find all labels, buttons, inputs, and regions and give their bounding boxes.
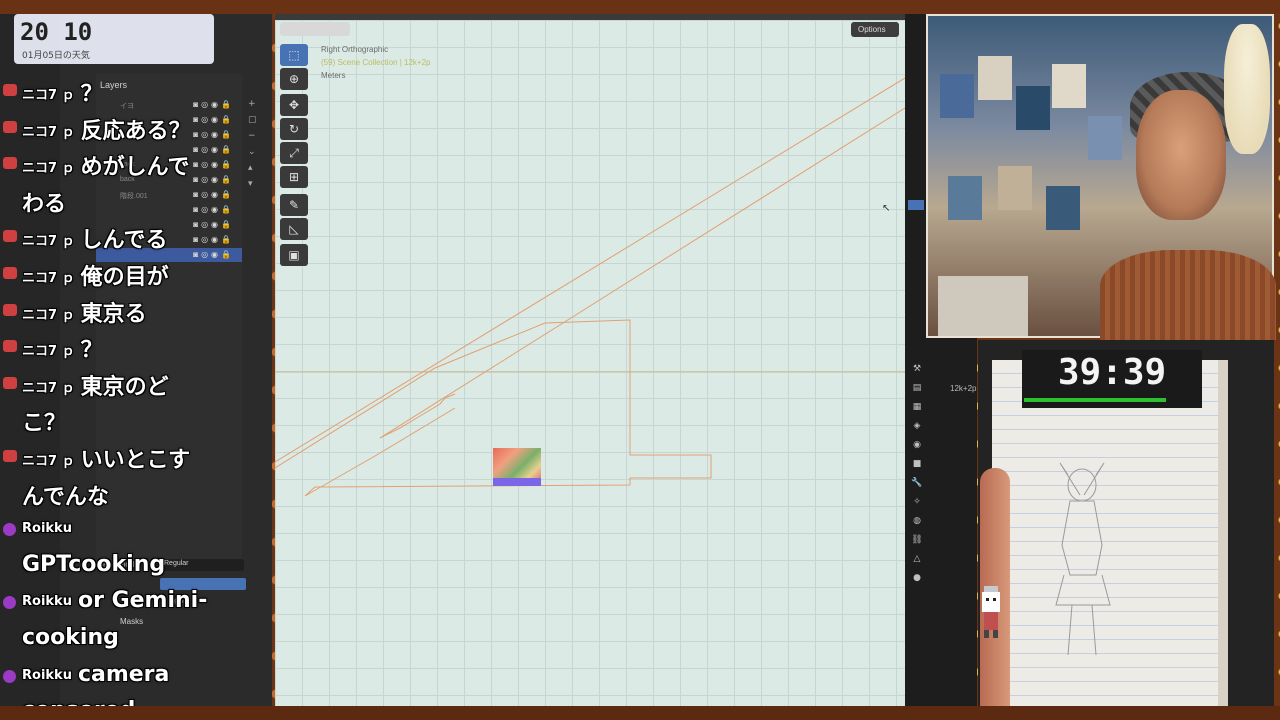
chat-user-badge <box>3 303 17 316</box>
chat-user-badge <box>3 523 16 537</box>
modifier-icon[interactable]: 🔧 <box>910 474 924 493</box>
chat-text: しんでる <box>80 228 168 254</box>
chat-username: ニコ7 ｐ <box>22 124 75 140</box>
chat-text: いいとこす <box>80 448 191 473</box>
poster <box>1046 186 1080 230</box>
chat-text: GPTcooking <box>22 551 166 577</box>
chat-user-badge <box>3 84 17 96</box>
chat-text: 東京のど <box>80 374 169 400</box>
chat-text: 俺の目が <box>80 265 169 290</box>
pencil-sketch <box>1055 462 1111 656</box>
chat-text: 反応ある？ <box>80 118 191 144</box>
chat-text: or Gemini- <box>77 588 208 614</box>
chat-text: んでんな <box>22 484 109 510</box>
poster <box>1088 116 1122 160</box>
clock-date: 01月05日の天気 <box>22 51 90 61</box>
streamer-sweater <box>1100 250 1276 340</box>
poster <box>948 176 982 220</box>
chat-message: ニコ7 ｐ いいとこす <box>22 442 190 474</box>
scene-icon[interactable]: ◈ <box>910 417 924 436</box>
chat-message: ニコ7 ｐ ？ <box>22 76 103 108</box>
chat-text: ？ <box>80 338 103 364</box>
shelf <box>938 276 1028 336</box>
chat-text: ？ <box>80 82 103 107</box>
material-icon[interactable]: ● <box>910 569 924 588</box>
chat-username: ニコ7 ｐ <box>22 344 75 360</box>
chat-text: こ？ <box>22 411 67 437</box>
streamer-face <box>1136 90 1226 220</box>
chat-message: わる <box>22 186 66 218</box>
chat-text: cooking <box>22 625 119 650</box>
poster <box>998 166 1032 210</box>
poster <box>978 56 1012 100</box>
chat-user-badge <box>3 376 17 389</box>
chat-text: 東京る <box>80 301 147 327</box>
chat-username: ニコ7 ｐ <box>22 380 75 396</box>
tool-icon[interactable]: ⚒ <box>910 360 924 379</box>
chat-message: んでんな <box>22 479 109 511</box>
chat-message: ニコ7 ｐ しんでる <box>22 222 167 254</box>
chat-username: Roikku <box>22 667 72 683</box>
chat-text: camera <box>77 661 170 687</box>
constraints-icon[interactable]: ⛓ <box>910 531 924 550</box>
sprite-ground <box>493 478 541 486</box>
chat-user-badge <box>3 596 16 610</box>
chat-overlay: ニコ7 ｐ？ニコ7 ｐ 反応ある？ ニコ7 ｐ めがしんで わる ニコ7 ｐ しんでる ニコ7… <box>0 72 260 720</box>
timer-display: 39:39 <box>1057 352 1167 393</box>
chat-text: めがしんで <box>80 155 190 181</box>
chat-message: ニコ7 ｐ ？ <box>22 332 103 364</box>
poster <box>940 74 974 118</box>
plush-toy <box>1224 24 1270 154</box>
object-name-label: 12k+2p <box>950 384 977 393</box>
chat-user-badge <box>3 450 17 462</box>
chat-message: こ？ <box>22 405 66 437</box>
chat-message: ニコ7 ｐ 東京る <box>22 296 147 328</box>
chat-user-badge <box>3 669 16 683</box>
chat-message: ニコ7 ｐ 東京のど <box>22 369 169 401</box>
poster <box>1016 86 1050 130</box>
render-icon[interactable]: ▤ <box>910 379 924 398</box>
chat-username: Roikku <box>22 594 72 610</box>
chat-username: ニコ7 ｐ <box>22 271 75 286</box>
mouse-cursor-icon: ↖ <box>882 203 891 214</box>
chat-message: Roikku or Gemini- <box>22 588 207 613</box>
chat-message: ニコ7 ｐ 俺の目が <box>22 259 169 291</box>
chat-username: ニコ7 ｐ <box>22 454 75 469</box>
chat-message: ニコ7 ｐ めがしんで <box>22 149 189 181</box>
output-icon[interactable]: ▦ <box>910 398 924 417</box>
chat-username: ニコ7 ｐ <box>22 307 75 323</box>
chat-message: cooking <box>22 625 119 650</box>
data-icon[interactable]: △ <box>910 550 924 569</box>
clock-widget: 20 10 01月05日の天気 <box>14 14 214 64</box>
chat-username: ニコ7 ｐ <box>22 234 75 250</box>
poster <box>1052 64 1086 108</box>
sidebar-tab[interactable] <box>908 200 924 210</box>
top-border <box>0 0 1280 14</box>
chat-message: Roikku <box>22 515 78 540</box>
chat-username: ニコ7 ｐ <box>22 88 75 103</box>
mesh-outline <box>275 77 905 497</box>
object-icon[interactable]: ■ <box>910 455 924 474</box>
properties-tabs: ⚒ ▤ ▦ ◈ ◉ ■ 🔧 ✧ ◍ ⛓ △ ● <box>910 360 924 588</box>
chat-username: ニコ7 ｐ <box>22 161 75 177</box>
chat-user-badge <box>3 157 17 170</box>
world-icon[interactable]: ◉ <box>910 436 924 455</box>
chat-username: Roikku <box>22 521 72 537</box>
chat-message: ニコ7 ｐ 反応ある？ <box>22 113 191 145</box>
chat-user-badge <box>3 340 17 353</box>
notebook-edge <box>1218 360 1228 706</box>
chat-message: Roikku camera <box>22 662 169 687</box>
particles-icon[interactable]: ✧ <box>910 493 924 512</box>
physics-icon[interactable]: ◍ <box>910 512 924 531</box>
chat-user-badge <box>3 120 17 133</box>
chat-user-badge <box>3 267 17 279</box>
bottom-border <box>0 706 1280 720</box>
chat-user-badge <box>3 230 17 243</box>
clock-time: 20 10 <box>20 18 93 46</box>
chat-text: わる <box>22 191 67 217</box>
timer-progress-bar <box>1024 398 1166 402</box>
chat-message: GPTcooking <box>22 552 165 577</box>
pixel-character-icon <box>982 586 1000 638</box>
